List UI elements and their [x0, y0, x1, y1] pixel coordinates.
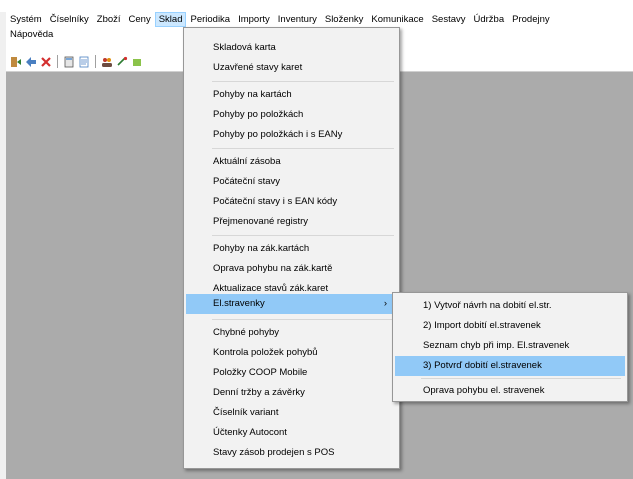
menu-item-skladova-karta[interactable]: Skladová karta — [186, 38, 397, 58]
menu-system[interactable]: Systém — [6, 12, 46, 27]
package-icon[interactable] — [131, 56, 143, 68]
top-strip — [0, 0, 633, 12]
menu-item-pohyby-na-kartach[interactable]: Pohyby na kartách — [186, 85, 397, 105]
menu-udrzba[interactable]: Údržba — [470, 12, 509, 27]
sklad-dropdown-menu: Skladová karta Uzavřené stavy karet Pohy… — [183, 27, 400, 469]
submenu-item-oprava-pohybu[interactable]: Oprava pohybu el. stravenek — [395, 381, 625, 401]
menu-item-denni-trzby-zaverky[interactable]: Denní tržby a závěrky — [186, 383, 397, 403]
menu-ceny[interactable]: Ceny — [125, 12, 155, 27]
door-exit-icon[interactable] — [10, 56, 22, 68]
menu-item-ciselnik-variant[interactable]: Číselník variant — [186, 403, 397, 423]
menu-separator — [212, 235, 394, 236]
menu-zbozi[interactable]: Zboží — [93, 12, 125, 27]
submenu-item-vytvor-navrh[interactable]: 1) Vytvoř návrh na dobití el.str. — [395, 296, 625, 316]
menu-item-el-stravenky[interactable]: El.stravenky › — [186, 294, 397, 314]
submenu-item-potvrd-dobiti[interactable]: 3) Potvrď dobití el.stravenek — [395, 356, 625, 376]
toolbar-separator — [95, 55, 96, 68]
menu-periodika[interactable]: Periodika — [186, 12, 234, 27]
users-icon[interactable] — [101, 56, 113, 68]
menu-ciselniky[interactable]: Číselníky — [46, 12, 93, 27]
refresh-icon[interactable] — [116, 56, 128, 68]
menu-item-uzavrene-stavy-karet[interactable]: Uzavřené stavy karet — [186, 58, 397, 78]
menu-item-kontrola-polozek-pohybu[interactable]: Kontrola položek pohybů — [186, 343, 397, 363]
submenu-arrow-icon: › — [383, 298, 387, 309]
menu-item-pohyby-po-polozkach[interactable]: Pohyby po položkách — [186, 105, 397, 125]
submenu-item-seznam-chyb[interactable]: Seznam chyb při imp. El.stravenek — [395, 336, 625, 356]
menu-sestavy[interactable]: Sestavy — [428, 12, 470, 27]
menu-inventury[interactable]: Inventury — [274, 12, 321, 27]
menu-item-chybne-pohyby[interactable]: Chybné pohyby — [186, 323, 397, 343]
menu-item-prejmenovane-registry[interactable]: Přejmenované registry — [186, 212, 397, 232]
menu-item-stavy-zasob-prodejen-pos[interactable]: Stavy zásob prodejen s POS — [186, 443, 397, 463]
menu-item-uctenky-autocont[interactable]: Účtenky Autocont — [186, 423, 397, 443]
menu-item-polozky-coop-mobile[interactable]: Položky COOP Mobile — [186, 363, 397, 383]
calculator-icon[interactable] — [63, 56, 75, 68]
menu-item-pohyby-po-polozkach-ean[interactable]: Pohyby po položkách i s EANy — [186, 125, 397, 145]
menu-separator — [212, 319, 394, 320]
menu-item-oprava-pohybu-zak-karte[interactable]: Oprava pohybu na zák.kartě — [186, 259, 397, 279]
submenu-item-import-dobiti[interactable]: 2) Import dobití el.stravenek — [395, 316, 625, 336]
menu-item-pocatecni-stavy-ean[interactable]: Počáteční stavy i s EAN kódy — [186, 192, 397, 212]
menu-sklad[interactable]: Sklad — [154, 12, 187, 27]
menu-slozenky[interactable]: Složenky — [321, 12, 368, 27]
menu-importy[interactable]: Importy — [234, 12, 274, 27]
menu-komunikace[interactable]: Komunikace — [367, 12, 427, 27]
menu-bar-row-1: Systém Číselníky Zboží Ceny Sklad Period… — [6, 12, 554, 27]
close-x-icon[interactable] — [40, 56, 52, 68]
menu-separator — [421, 378, 621, 379]
menu-bar-row-2: Nápověda — [6, 27, 57, 42]
el-stravenky-submenu: 1) Vytvoř návrh na dobití el.str. 2) Imp… — [392, 292, 628, 402]
menu-separator — [212, 81, 394, 82]
menu-separator — [212, 148, 394, 149]
toolbar-separator — [57, 55, 58, 68]
toolbar — [6, 53, 143, 70]
menu-item-pohyby-na-zak-kartach[interactable]: Pohyby na zák.kartách — [186, 239, 397, 259]
menu-prodejny[interactable]: Prodejny — [508, 12, 554, 27]
document-icon[interactable] — [78, 56, 90, 68]
menu-item-pocatecni-stavy[interactable]: Počáteční stavy — [186, 172, 397, 192]
menu-item-aktualni-zasoba[interactable]: Aktuální zásoba — [186, 152, 397, 172]
back-arrow-icon[interactable] — [25, 56, 37, 68]
menu-napoveda[interactable]: Nápověda — [6, 27, 57, 42]
menu-item-el-stravenky-label: El.stravenky — [213, 298, 265, 309]
